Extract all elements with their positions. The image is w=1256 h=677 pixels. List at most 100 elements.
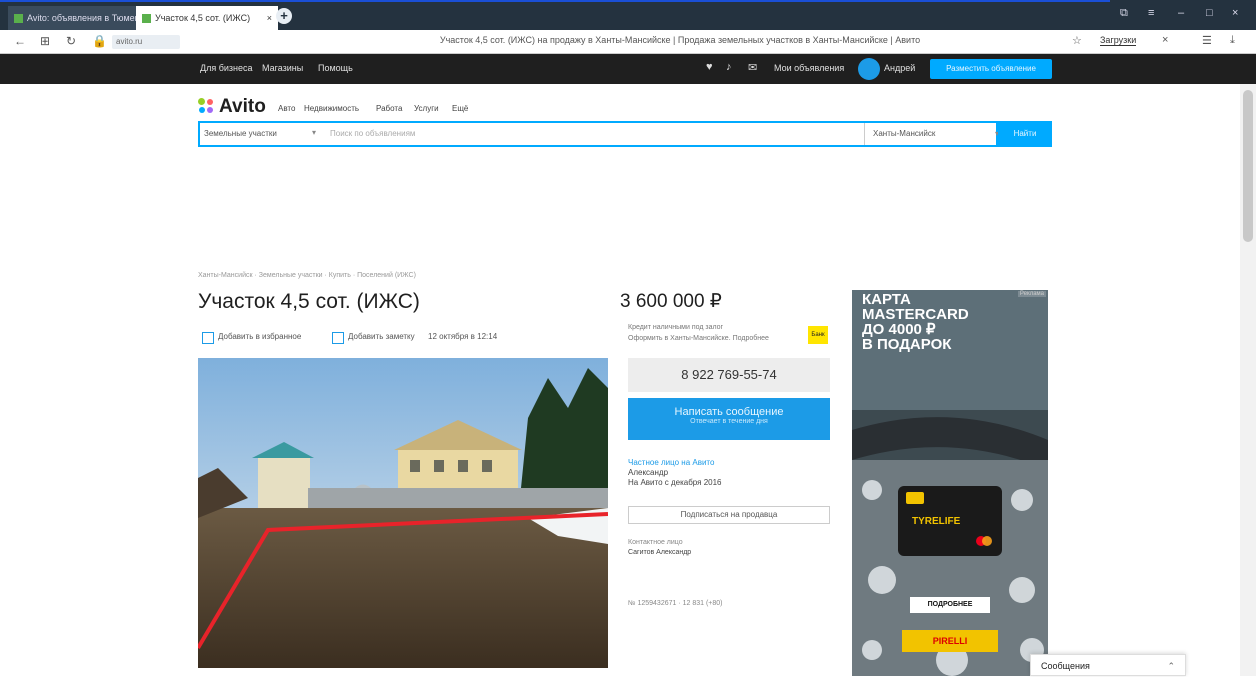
- banner-details-button[interactable]: ПОДРОБНЕЕ: [910, 597, 990, 613]
- favorites-icon[interactable]: ♥: [706, 61, 713, 73]
- bookmark-icon[interactable]: ☆: [1072, 34, 1082, 47]
- breadcrumb[interactable]: Ханты-Мансийск · Земельные участки · Куп…: [198, 272, 416, 279]
- browser-tab-2[interactable]: Участок 4,5 сот. (ИЖС) ×: [136, 6, 278, 30]
- ad-number: № 1259432671 · 12 831 (+80): [628, 600, 723, 607]
- scrollbar[interactable]: [1240, 84, 1256, 676]
- seller-info: Частное лицо на Авито Александр На Авито…: [628, 458, 722, 488]
- downloads-button[interactable]: Загрузки: [1100, 35, 1137, 46]
- new-tab-button[interactable]: +: [276, 8, 292, 24]
- logo-text: Avito: [219, 96, 266, 117]
- address-bar: ← ⊞ ↻ 🔒 avito.ru Участок 4,5 сот. (ИЖС) …: [0, 30, 1256, 54]
- card-text: TYRELIFE: [912, 516, 961, 527]
- messages-icon[interactable]: ✉: [748, 61, 757, 74]
- city-value: Ханты-Мансийск: [873, 129, 936, 138]
- seller-link[interactable]: Частное лицо на Авито: [628, 458, 722, 468]
- contact-label: Контактное лицо: [628, 539, 683, 546]
- notifications-icon[interactable]: ♪: [726, 61, 732, 73]
- topbar-link-business[interactable]: Для бизнеса: [200, 63, 253, 73]
- card-chip-icon: [906, 492, 924, 504]
- add-note-button[interactable]: Добавить заметку: [332, 330, 415, 344]
- chevron-down-icon: ▾: [312, 128, 317, 137]
- credit-subtext: Оформить в Ханты-Мансийске. Подробнее: [628, 335, 769, 342]
- show-phone-button[interactable]: 8 922 769-55-74: [628, 358, 830, 392]
- seller-since: На Авито с декабря 2016: [628, 478, 722, 487]
- user-name-link[interactable]: Андрей: [884, 63, 915, 73]
- listing-price: 3 600 000 ₽: [620, 291, 722, 312]
- site-topbar: Для бизнеса Магазины Помощь ♥ ♪ ✉ Мои об…: [0, 54, 1256, 84]
- banner-headline: КАРТА MASTERCARD ДО 4000 ₽ В ПОДАРОК: [862, 292, 969, 352]
- browser-tab-1[interactable]: Avito: объявления в Тюмени: [8, 6, 144, 30]
- ad-banner[interactable]: КАРТА MASTERCARD ДО 4000 ₽ В ПОДАРОК Рек…: [852, 290, 1048, 676]
- menu-icon[interactable]: ≡: [1148, 7, 1154, 19]
- checkbox-icon: [202, 332, 214, 344]
- pirelli-logo: PIRELLI: [902, 630, 998, 652]
- banner-line-2: MASTERCARD: [862, 306, 969, 323]
- credit-text: Кредит наличными под залог: [628, 324, 724, 331]
- credit-offer[interactable]: Кредит наличными под залог Оформить в Хан…: [628, 322, 769, 344]
- seller-name: Александр: [628, 468, 669, 477]
- mastercard-icon: [976, 536, 992, 546]
- close-tab-icon[interactable]: ×: [267, 6, 272, 30]
- favicon-icon: [14, 14, 23, 24]
- search-input[interactable]: Поиск по объявлениям: [330, 129, 415, 138]
- lock-icon: 🔒: [92, 34, 107, 48]
- plot-photo-image: [198, 358, 608, 668]
- write-message-button[interactable]: Написать сообщение Отвечает в течение дня: [628, 398, 830, 440]
- banner-line-1: КАРТА: [862, 291, 911, 308]
- minimize-icon[interactable]: –: [1178, 7, 1184, 19]
- logo-dots-icon: [198, 98, 216, 114]
- bank-badge: Банк: [808, 326, 828, 344]
- page-title-text: Участок 4,5 сот. (ИЖС) на продажу в Хант…: [439, 35, 921, 45]
- back-icon[interactable]: ←: [14, 34, 26, 48]
- search-bar: Земельные участки ▾ Поиск по объявлениям…: [198, 121, 999, 147]
- my-ads-link[interactable]: Мои объявления: [774, 63, 844, 73]
- chevron-up-icon: ⌃: [1167, 661, 1175, 671]
- extensions-icon[interactable]: ☰: [1202, 34, 1212, 47]
- avatar[interactable]: [858, 58, 880, 80]
- listing-date: 12 октября в 12:14: [428, 332, 498, 341]
- write-message-sub: Отвечает в течение дня: [690, 418, 768, 425]
- category-services[interactable]: Услуги: [414, 104, 439, 113]
- messages-widget[interactable]: Сообщения ⌃: [1030, 654, 1186, 676]
- listing-photo[interactable]: [198, 358, 608, 668]
- category-jobs[interactable]: Работа: [376, 104, 402, 113]
- favicon-icon: [142, 14, 151, 24]
- sidebar-toggle-icon[interactable]: ⊞: [40, 34, 50, 48]
- add-favorite-label: Добавить в избранное: [218, 332, 302, 341]
- category-realty[interactable]: Недвижимость: [304, 104, 359, 113]
- tab-label: Avito: объявления в Тюмени: [27, 13, 144, 23]
- banner-line-4: В ПОДАРОК: [862, 336, 952, 353]
- tab-label: Участок 4,5 сот. (ИЖС): [155, 13, 251, 23]
- contact-person: Контактное лицо Сагитов Александр: [628, 538, 691, 558]
- close-window-icon[interactable]: ×: [1232, 7, 1238, 19]
- category-auto[interactable]: Авто: [278, 104, 295, 113]
- city-select[interactable]: Ханты-Мансийск ▾: [864, 123, 1007, 145]
- category-more[interactable]: Ещё: [452, 104, 468, 113]
- search-button[interactable]: Найти: [998, 121, 1052, 147]
- post-ad-button[interactable]: Разместить объявление: [930, 59, 1052, 79]
- contact-value: Сагитов Александр: [628, 549, 692, 556]
- scrollbar-thumb[interactable]: [1243, 90, 1253, 242]
- url-field[interactable]: avito.ru: [112, 35, 180, 49]
- note-icon: [332, 332, 344, 344]
- add-favorite-button[interactable]: Добавить в избранное: [202, 330, 301, 344]
- banner-line-3: ДО 4000 ₽: [862, 321, 936, 338]
- credit-card-image: TYRELIFE: [898, 486, 1002, 556]
- avito-logo[interactable]: Avito: [198, 96, 266, 120]
- reload-icon[interactable]: ↻: [66, 34, 76, 48]
- topbar-link-help[interactable]: Помощь: [318, 63, 353, 73]
- search-category-select[interactable]: Земельные участки: [204, 129, 277, 138]
- topbar-link-shops[interactable]: Магазины: [262, 63, 303, 73]
- subscribe-seller-button[interactable]: Подписаться на продавца: [628, 506, 830, 524]
- page-title: Участок 4,5 сот. (ИЖС): [198, 290, 420, 313]
- add-note-label: Добавить заметку: [348, 332, 415, 341]
- write-message-label: Написать сообщение: [674, 406, 784, 418]
- close-panel-icon[interactable]: ×: [1162, 34, 1168, 46]
- ad-label: Реклама: [1017, 291, 1046, 297]
- browser-tabbar: Avito: объявления в Тюмени Участок 4,5 с…: [0, 0, 1256, 30]
- maximize-icon[interactable]: □: [1206, 7, 1213, 19]
- download-arrow-icon[interactable]: ⤓: [1230, 34, 1235, 47]
- bookmarks-icon[interactable]: ⧉: [1120, 7, 1128, 20]
- messages-label: Сообщения: [1041, 661, 1090, 671]
- tabbar-accent-line: [0, 0, 1110, 2]
